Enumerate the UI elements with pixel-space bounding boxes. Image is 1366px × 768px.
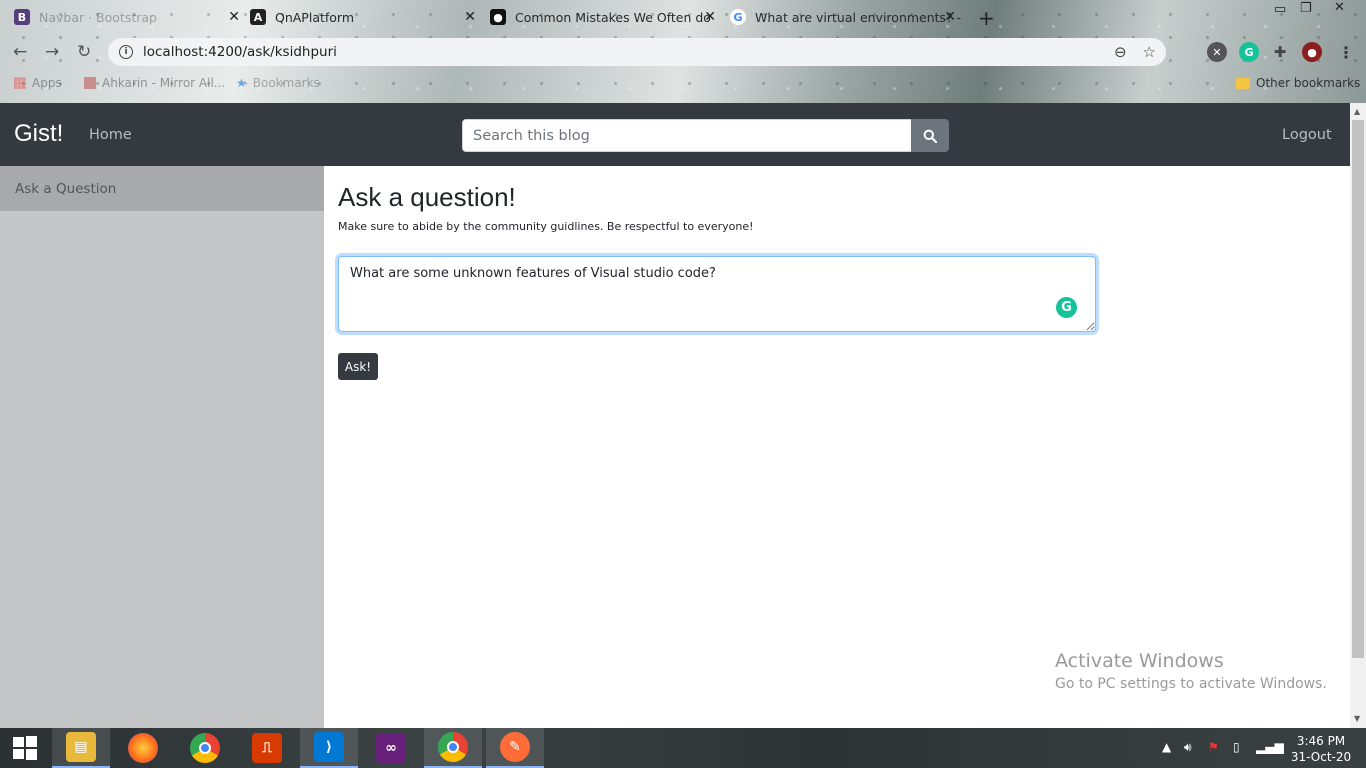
taskbar-chrome[interactable]	[176, 728, 234, 768]
tab-qnaplatform[interactable]: A QnAPlatform ✕	[250, 0, 482, 34]
battery-icon[interactable]: ▯	[1233, 740, 1240, 754]
reload-icon[interactable]: ↻	[77, 42, 91, 62]
bookmark-apps[interactable]: Apps	[14, 76, 62, 90]
bookmark-label: Ahkarin - Mirror All...	[102, 76, 226, 90]
url-text: localhost:4200/ask/ksidhpuri	[143, 44, 337, 60]
taskbar-vscode[interactable]: ⟩	[300, 728, 358, 768]
windows-taskbar: ▤ ⎍ ⟩ ∞ ✎ ▲ 🔊︎ ⚑ ▯ ▂▄▆ 3:46 PM 31-Oct-20	[0, 728, 1366, 768]
postman-icon: ✎	[500, 732, 530, 762]
bookmark-item[interactable]: Ahkarin - Mirror All...	[84, 76, 225, 90]
scroll-down-icon[interactable]: ▼	[1354, 714, 1360, 723]
tab-google[interactable]: G What are virtual environments? - ✕	[730, 0, 962, 34]
profile-avatar[interactable]: ●	[1302, 42, 1322, 62]
medium-icon: ●	[490, 9, 506, 25]
nav-link-home[interactable]: Home	[89, 127, 132, 143]
back-icon[interactable]: ←	[13, 42, 27, 62]
sidebar-item-ask-question[interactable]: Ask a Question	[0, 166, 324, 211]
close-icon[interactable]: ✕	[704, 9, 716, 25]
file-explorer-icon: ▤	[66, 732, 96, 762]
ask-button[interactable]: Ask!	[338, 353, 378, 380]
browser-chrome: B Navbar · Bootstrap ✕ A QnAPlatform ✕ ●…	[0, 0, 1366, 103]
bootstrap-icon: B	[14, 9, 30, 25]
nav-link-logout[interactable]: Logout	[1282, 127, 1332, 143]
address-bar[interactable]: i localhost:4200/ask/ksidhpuri ⊖ ☆	[108, 38, 1166, 66]
tab-medium[interactable]: ● Common Mistakes We Often do ✕	[490, 0, 722, 34]
tray-chevron-icon[interactable]: ▲	[1162, 740, 1171, 754]
close-icon[interactable]: ✕	[228, 9, 240, 25]
taskbar-office[interactable]: ⎍	[238, 728, 296, 768]
angular-icon: A	[250, 9, 266, 25]
tab-title: Common Mistakes We Often do	[515, 9, 711, 25]
google-icon: G	[730, 9, 746, 25]
search-button[interactable]	[911, 119, 949, 152]
main-content: Ask a question! Make sure to abide by th…	[324, 166, 1350, 728]
firefox-icon	[128, 733, 158, 763]
forward-icon[interactable]: →	[45, 42, 59, 62]
bookmark-label: Apps	[32, 76, 62, 90]
sidebar: Ask a Question	[0, 166, 324, 728]
grammarly-icon[interactable]: G	[1056, 297, 1077, 318]
tab-title: QnAPlatform	[275, 9, 355, 25]
vscode-icon: ⟩	[314, 732, 344, 762]
start-button[interactable]	[0, 728, 50, 768]
browser-toolbar: ← → ↻ i localhost:4200/ask/ksidhpuri ⊖ ☆…	[0, 34, 1366, 70]
taskbar-file-explorer[interactable]: ▤	[52, 728, 110, 768]
close-icon[interactable]: ✕	[464, 9, 476, 25]
chrome-active-icon	[438, 732, 468, 762]
info-icon[interactable]: i	[119, 45, 133, 59]
tab-title: Navbar · Bootstrap	[39, 9, 157, 25]
minimize-icon[interactable]: ▭	[1274, 2, 1286, 17]
question-textarea[interactable]: What are some unknown features of Visual…	[338, 256, 1096, 332]
activate-windows-subtitle: Go to PC settings to activate Windows.	[1055, 676, 1327, 692]
activate-windows-title: Activate Windows	[1055, 650, 1224, 672]
grammarly-extension-icon[interactable]: G	[1239, 42, 1259, 62]
bookmark-other[interactable]: Other bookmarks	[1236, 76, 1360, 90]
extension-x-icon[interactable]: ✕	[1207, 42, 1227, 62]
app-navbar: Gist! Home Logout	[0, 103, 1366, 166]
page-title: Ask a question!	[338, 182, 516, 212]
signal-icon[interactable]: ▂▄▆	[1256, 740, 1284, 754]
bookmark-label: Bookmarks	[252, 76, 320, 90]
menu-icon[interactable]: ⋮	[1336, 42, 1356, 62]
scrollbar-thumb[interactable]	[1352, 120, 1364, 658]
tab-title: What are virtual environments? -	[755, 9, 962, 25]
bookmark-label: Other bookmarks	[1256, 76, 1361, 90]
clock-time: 3:46 PM	[1296, 734, 1346, 748]
page-subtitle: Make sure to abide by the community guid…	[338, 220, 754, 233]
clock-date: 31-Oct-20	[1290, 750, 1352, 764]
chrome-icon	[190, 733, 220, 763]
taskbar-firefox[interactable]	[114, 728, 172, 768]
office-icon: ⎍	[252, 733, 282, 763]
folder-icon	[1236, 77, 1250, 89]
taskbar-postman[interactable]: ✎	[486, 728, 544, 768]
network-error-icon[interactable]: ⚑	[1208, 740, 1219, 754]
page-scrollbar[interactable]: ▲ ▼	[1350, 103, 1366, 728]
volume-icon[interactable]: 🔊︎	[1184, 740, 1192, 755]
search-icon	[923, 129, 937, 143]
apps-icon	[14, 77, 26, 89]
bookmarks-bar: Apps Ahkarin - Mirror All... ★ Bookmarks…	[0, 70, 1366, 98]
new-tab-button[interactable]: +	[978, 6, 995, 30]
brand-logo[interactable]: Gist!	[14, 120, 63, 148]
taskbar-clock[interactable]: 3:46 PM 31-Oct-20	[1290, 733, 1352, 765]
taskbar-chrome-active[interactable]	[424, 728, 482, 768]
search-input[interactable]	[462, 119, 912, 152]
star-icon[interactable]: ☆	[1143, 43, 1156, 61]
zoom-icon[interactable]: ⊖	[1114, 43, 1127, 61]
tab-bootstrap[interactable]: B Navbar · Bootstrap ✕	[14, 0, 246, 34]
close-window-icon[interactable]: ✕	[1334, 0, 1345, 15]
scroll-up-icon[interactable]: ▲	[1354, 107, 1360, 116]
puzzle-icon[interactable]: ✚	[1270, 42, 1290, 62]
restore-icon[interactable]: ❐	[1300, 1, 1312, 16]
windows-start-icon	[13, 736, 37, 760]
bookmark-bookmarks[interactable]: ★ Bookmarks	[236, 76, 320, 90]
bookmark-favicon-icon	[84, 77, 96, 89]
tab-strip: B Navbar · Bootstrap ✕ A QnAPlatform ✕ ●…	[0, 0, 1366, 34]
star-icon: ★	[236, 76, 247, 90]
taskbar-visual-studio[interactable]: ∞	[362, 728, 420, 768]
close-icon[interactable]: ✕	[944, 9, 956, 25]
visual-studio-icon: ∞	[376, 733, 406, 763]
